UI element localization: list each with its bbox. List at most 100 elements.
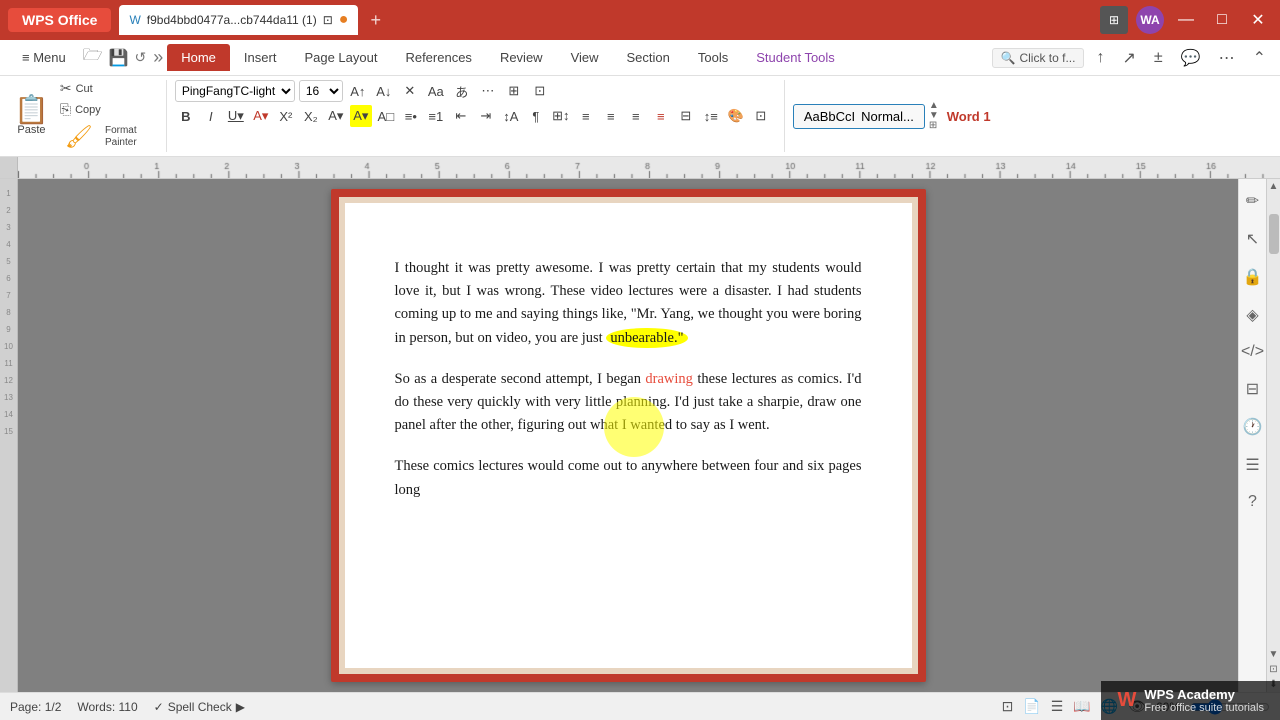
fill-color-button[interactable]: 🎨 [725,105,747,127]
phonetic-button[interactable]: あ [451,80,473,102]
border-icon[interactable]: ⊡ [529,80,551,102]
fit-page-button[interactable]: ⊡ [1267,662,1279,677]
table-of-contents-icon[interactable]: ☰ [1241,451,1263,479]
more-options-icon[interactable]: ⋯ [1213,46,1241,70]
cut-button[interactable]: ✂ Cut [57,79,154,98]
font-color-button[interactable]: A▾ [250,105,272,127]
edit-mode-icon[interactable]: ✏ [1242,187,1263,215]
quick-access-undo[interactable]: ↺ [131,49,149,66]
char-border-button[interactable]: A□ [375,105,397,127]
font-size-select[interactable]: 16 [299,80,343,102]
new-tab-button[interactable]: + [370,10,381,31]
tab-review[interactable]: Review [486,44,557,71]
layout-icon[interactable]: ⊟ [1242,375,1263,403]
vertical-scrollbar[interactable]: ▲ ▼ ⊡ ⬇ [1266,179,1280,692]
document-area[interactable]: I thought it was pretty awesome. I was p… [18,179,1238,692]
document-content[interactable]: I thought it was pretty awesome. I was p… [395,257,862,502]
ruler [0,157,1280,179]
font-name-select[interactable]: PingFangTC-light [175,80,295,102]
copy-button[interactable]: ⎘ Copy [57,100,154,119]
spell-check-status[interactable]: ✓ Spell Check ▶ [154,700,245,714]
clear-format-button[interactable]: ✕ [399,80,421,102]
show-marks-button[interactable]: ¶ [525,105,547,127]
numbering-button[interactable]: ≡1 [425,105,447,127]
wps-office-button[interactable]: WPS Office [8,8,111,32]
paragraph-settings-button[interactable]: ⊞↕ [550,105,572,127]
print-layout-icon[interactable]: 📄 [1023,698,1040,715]
export-icon[interactable]: ↗ [1116,46,1141,70]
border-button[interactable]: ⊡ [750,105,772,127]
columns-button[interactable]: ⊟ [675,105,697,127]
search-bar[interactable]: 🔍 Click to f... [992,48,1085,68]
track-changes-icon[interactable]: ± [1148,47,1169,69]
superscript-button[interactable]: X² [275,105,297,127]
align-right-button[interactable]: ≡ [625,105,647,127]
tab-view[interactable]: View [557,44,613,71]
bullets-button[interactable]: ≡• [400,105,422,127]
paste-button[interactable]: 📋 Paste [8,94,55,138]
font-decrease-button[interactable]: A↓ [373,80,395,102]
comment-icon[interactable]: 💬 [1175,46,1207,70]
quick-access-open[interactable]: 🗁 [80,44,106,71]
ai-icon[interactable]: ◈ [1242,301,1262,329]
align-left-button[interactable]: ≡ [575,105,597,127]
collapse-ribbon-icon[interactable]: ⌃ [1247,46,1272,70]
scroll-track[interactable] [1267,194,1280,647]
outline-view-icon[interactable]: ☰ [1051,698,1064,715]
shading-button[interactable]: A▾ [325,105,347,127]
decrease-indent-button[interactable]: ⇤ [450,105,472,127]
align-justify-button[interactable]: ≡ [650,105,672,127]
sort-button[interactable]: ↕A [500,105,522,127]
font-case-button[interactable]: Aa [425,80,447,102]
quick-access-save[interactable]: 💾 [106,48,132,68]
history-icon[interactable]: 🕐 [1239,413,1267,441]
tab-close-icon[interactable]: ⊡ [323,13,333,27]
tab-references[interactable]: References [391,44,485,71]
tab-student-tools[interactable]: Student Tools [742,44,849,71]
bold-button[interactable]: B [175,105,197,127]
page-view-icon[interactable]: ⊡ [1002,698,1014,715]
quick-access-more[interactable]: » [153,47,163,68]
select-mode-icon[interactable]: ↖ [1242,225,1263,253]
style-expand[interactable]: ⊞ [929,121,939,131]
tab-page-layout[interactable]: Page Layout [290,44,391,71]
help-icon[interactable]: ? [1244,489,1261,515]
tab-menu[interactable]: ≡ Menu [8,44,80,71]
tab-tools[interactable]: Tools [684,44,742,71]
italic-button[interactable]: I [200,105,222,127]
minimize-button[interactable]: — [1172,6,1200,34]
scroll-down-button[interactable]: ▼ [1267,647,1280,662]
align-center-button[interactable]: ≡ [600,105,622,127]
document-tab[interactable]: W f9bd4bbd0477a...cb744da11 (1) ⊡ ● [119,5,358,35]
more-font-button[interactable]: ⋯ [477,80,499,102]
reading-view-icon[interactable]: 📖 [1073,698,1090,715]
avatar[interactable]: WA [1136,6,1164,34]
line-spacing-button[interactable]: ↕≡ [700,105,722,127]
paste-group: 📋 Paste ✂ Cut ⎘ Copy 🖌 Format Painter [8,80,167,152]
increase-indent-button[interactable]: ⇥ [475,105,497,127]
share-icon[interactable]: ↑ [1090,47,1110,69]
underline-button[interactable]: U▾ [225,105,247,127]
lock-icon[interactable]: 🔒 [1239,263,1267,291]
maximize-button[interactable]: □ [1208,6,1236,34]
format-painter-button[interactable]: 🖌 Format Painter [57,121,154,153]
table-icon[interactable]: ⊞ [503,80,525,102]
code-icon[interactable]: </> [1237,339,1268,365]
scroll-up-button[interactable]: ▲ [1267,179,1280,194]
style-normal[interactable]: AaBbCcI Normal... [793,104,925,129]
tab-home[interactable]: Home [167,44,230,71]
spell-check-label: Spell Check [168,700,232,714]
gutter-num-12: 12 [4,376,13,385]
document-page[interactable]: I thought it was pretty awesome. I was p… [331,189,926,682]
format-painter-label: Format Painter [96,125,146,149]
close-button[interactable]: ✕ [1244,6,1272,34]
highlight-button[interactable]: A▾ [350,105,372,127]
font-format-row: B I U▾ A▾ X² X₂ A▾ A▾ A□ ≡• ≡1 ⇤ ⇥ ↕A ¶ … [175,105,772,127]
wps-logo: W [1117,689,1136,712]
tab-section[interactable]: Section [613,44,684,71]
subscript-button[interactable]: X₂ [300,105,322,127]
view-switcher[interactable]: ⊞ [1100,6,1128,34]
tab-insert[interactable]: Insert [230,44,291,71]
scroll-thumb[interactable] [1269,214,1279,254]
font-increase-button[interactable]: A↑ [347,80,369,102]
